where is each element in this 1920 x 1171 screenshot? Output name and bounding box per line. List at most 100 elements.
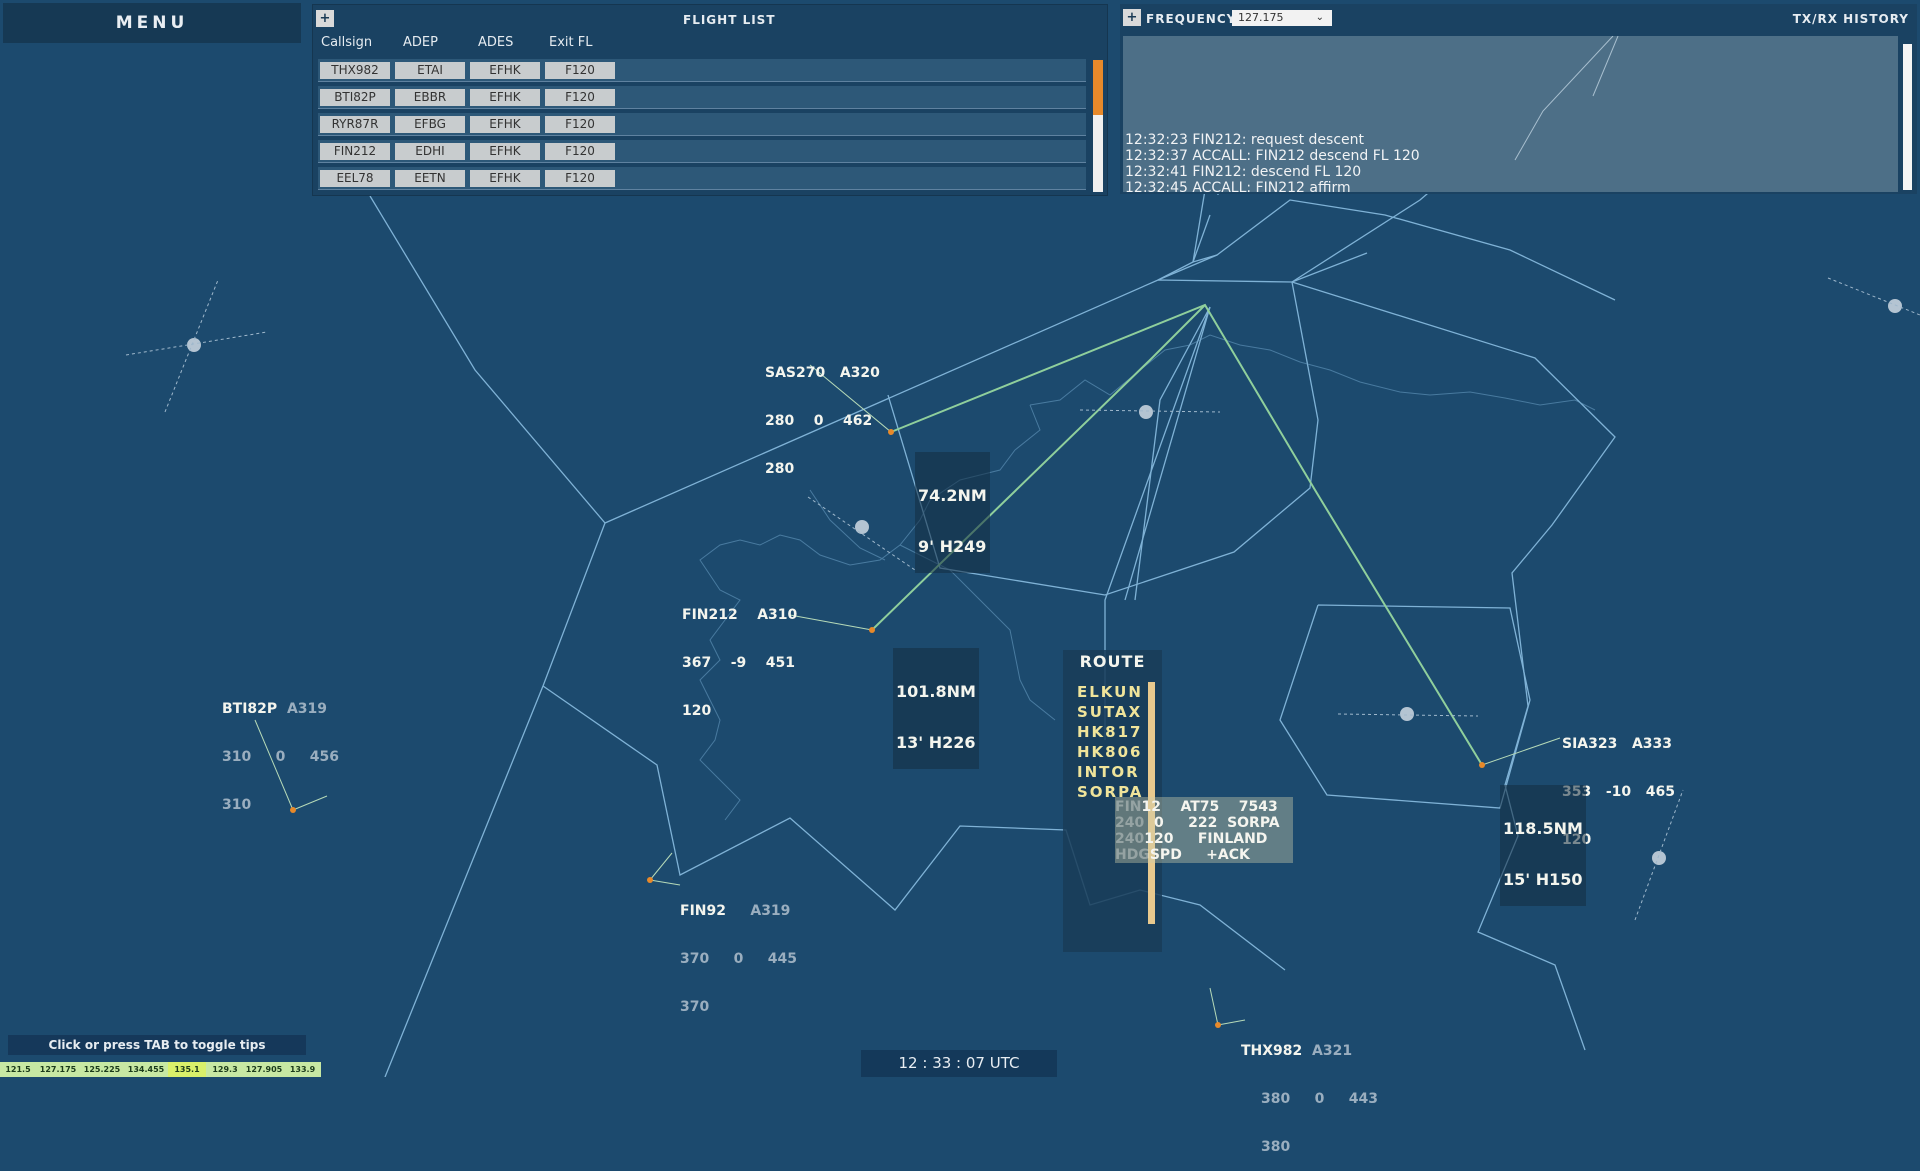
callsign-cell[interactable]: RYR87R <box>320 116 390 133</box>
flight-row[interactable]: BTI82P EBBR EFHK F120 <box>318 86 1086 109</box>
datablock-text: 120 FINLAND <box>1144 831 1268 847</box>
datablock-obscured: 240 <box>1115 815 1145 831</box>
ades-cell[interactable]: EFHK <box>470 143 540 160</box>
frequency-chip[interactable]: 121.5 <box>0 1062 36 1077</box>
exit-fl-cell[interactable]: F120 <box>545 170 615 187</box>
adep-cell[interactable]: EFBG <box>395 116 465 133</box>
frequency-chip[interactable]: 134.455 <box>124 1062 168 1077</box>
utc-clock: 12 : 33 : 07 UTC <box>861 1050 1057 1077</box>
label-type: A319 <box>286 701 327 717</box>
frequency-label: FREQUENCY: <box>1146 12 1242 26</box>
ades-cell[interactable]: EFHK <box>470 62 540 79</box>
frequency-chip[interactable]: 127.905 <box>244 1062 284 1077</box>
aircraft-label-thx982[interactable]: THX982 A321 380 0 443 380 <box>1241 1011 1378 1171</box>
datablock-text: SPD +ACK <box>1149 847 1250 863</box>
time-heading-value: 15' H150 <box>1503 870 1583 889</box>
label-line: 367 -9 451 <box>682 655 795 671</box>
distance-value: 118.5NM <box>1503 819 1583 838</box>
adep-cell[interactable]: EBBR <box>395 89 465 106</box>
column-header-callsign[interactable]: Callsign <box>321 35 372 50</box>
history-entry: 12:32:23 FIN212: request descent <box>1125 132 1365 148</box>
distance-value: 101.8NM <box>896 682 976 701</box>
menu-button[interactable]: MENU <box>3 3 301 43</box>
flight-list-scrollbar[interactable] <box>1093 60 1103 192</box>
tx-rx-history-log[interactable]: 12:32:23 FIN212: request descent 12:32:3… <box>1123 36 1898 192</box>
callsign-cell[interactable]: FIN212 <box>320 143 390 160</box>
distance-readout: 74.2NM 9' H249 <box>915 452 990 573</box>
chevron-down-icon: ⌄ <box>1315 12 1324 23</box>
frequency-select[interactable]: 127.175 ⌄ <box>1232 10 1332 26</box>
label-line: 120 <box>682 703 712 719</box>
frequency-chip[interactable]: 133.9 <box>284 1062 321 1077</box>
route-fix[interactable]: INTOR <box>1077 763 1140 781</box>
flight-row[interactable]: FIN212 EDHI EFHK F120 <box>318 140 1086 163</box>
adep-cell[interactable]: EETN <box>395 170 465 187</box>
exit-fl-cell[interactable]: F120 <box>545 116 615 133</box>
distance-readout: 101.8NM 13' H226 <box>893 648 979 769</box>
label-line: 280 0 462 <box>765 413 873 429</box>
label-line: SIA323 A333 <box>1562 736 1673 752</box>
label-line: SAS270 A320 <box>765 365 880 381</box>
label-callsign: BTI82P <box>222 701 278 717</box>
tips-toggle-button[interactable]: Click or press TAB to toggle tips <box>8 1035 306 1055</box>
aircraft-label-fin212[interactable]: FIN212 A310 367 -9 451 120 <box>682 575 797 735</box>
datablock-obscured: 240 <box>1115 831 1145 847</box>
route-fix[interactable]: HK817 <box>1077 723 1143 741</box>
flight-row[interactable]: THX982 ETAI EFHK F120 <box>318 59 1086 82</box>
frequency-chip[interactable]: 127.175 <box>36 1062 80 1077</box>
flight-list-panel: + FLIGHT LIST Callsign ADEP ADES Exit FL… <box>312 4 1108 196</box>
route-fix[interactable]: ELKUN <box>1077 683 1143 701</box>
label-line: 370 0 445 <box>680 951 797 967</box>
datablock-obscured: FIN <box>1115 799 1142 815</box>
aircraft-label-sas270[interactable]: SAS270 A320 280 0 462 280 <box>765 333 880 493</box>
label-line: 370 <box>680 999 710 1015</box>
frequency-strip: 121.5 127.175 125.225 134.455 135.1 129.… <box>0 1062 321 1077</box>
flight-list-expand-button[interactable]: + <box>316 10 334 27</box>
route-title: ROUTE <box>1079 652 1146 671</box>
frequency-expand-button[interactable]: + <box>1123 9 1141 26</box>
datablock-obscured: HDG <box>1115 847 1150 863</box>
datablock-text: 0 222 SORPA <box>1153 815 1280 831</box>
label-line: FIN212 A310 <box>682 607 798 623</box>
label-line: 380 0 443 <box>1261 1091 1378 1107</box>
label-callsign: THX982 <box>1241 1043 1303 1059</box>
history-title: TX/RX HISTORY <box>1792 12 1909 26</box>
label-line: 310 <box>222 797 252 813</box>
frequency-chip[interactable]: 125.225 <box>80 1062 124 1077</box>
distance-value: 74.2NM <box>918 486 987 505</box>
aircraft-label-fin92[interactable]: FIN92 A319 370 0 445 370 <box>680 871 797 1031</box>
frequency-panel: + FREQUENCY: 127.175 ⌄ TX/RX HISTORY 12:… <box>1120 4 1917 194</box>
time-heading-value: 9' H249 <box>918 537 987 556</box>
exit-fl-cell[interactable]: F120 <box>545 89 615 106</box>
label-callsign: FIN92 <box>680 903 726 919</box>
label-line: 310 0 456 <box>222 749 339 765</box>
label-type: A321 <box>1312 1043 1353 1059</box>
ades-cell[interactable]: EFHK <box>470 116 540 133</box>
adep-cell[interactable]: ETAI <box>395 62 465 79</box>
ades-cell[interactable]: EFHK <box>470 89 540 106</box>
time-heading-value: 13' H226 <box>896 733 976 752</box>
column-header-exit-fl[interactable]: Exit FL <box>549 35 592 50</box>
route-fix[interactable]: SUTAX <box>1077 703 1142 721</box>
exit-fl-cell[interactable]: F120 <box>545 143 615 160</box>
column-header-ades[interactable]: ADES <box>478 35 513 50</box>
exit-fl-cell[interactable]: F120 <box>545 62 615 79</box>
adep-cell[interactable]: EDHI <box>395 143 465 160</box>
frequency-chip[interactable]: 129.3 <box>206 1062 244 1077</box>
history-scrollbar[interactable] <box>1903 44 1912 190</box>
frequency-value: 127.175 <box>1238 11 1284 24</box>
history-entry: 12:32:37 ACCALL: FIN212 descend FL 120 <box>1125 148 1420 164</box>
frequency-chip[interactable]: 135.1 <box>168 1062 206 1077</box>
column-header-adep[interactable]: ADEP <box>403 35 438 50</box>
flight-row[interactable]: RYR87R EFBG EFHK F120 <box>318 113 1086 136</box>
aircraft-label-bti82p[interactable]: BTI82P A319 310 0 456 310 <box>222 669 339 829</box>
selected-aircraft-datablock[interactable]: FIN12 AT75 7543 240 0 222 SORPA 240120 F… <box>1115 797 1293 863</box>
ades-cell[interactable]: EFHK <box>470 170 540 187</box>
callsign-cell[interactable]: THX982 <box>320 62 390 79</box>
route-fix[interactable]: HK806 <box>1077 743 1143 761</box>
datablock-text: 12 AT75 7543 <box>1141 799 1278 815</box>
flight-list-scroll-thumb[interactable] <box>1093 60 1103 115</box>
callsign-cell[interactable]: EEL78 <box>320 170 390 187</box>
callsign-cell[interactable]: BTI82P <box>320 89 390 106</box>
flight-row[interactable]: EEL78 EETN EFHK F120 <box>318 167 1086 190</box>
